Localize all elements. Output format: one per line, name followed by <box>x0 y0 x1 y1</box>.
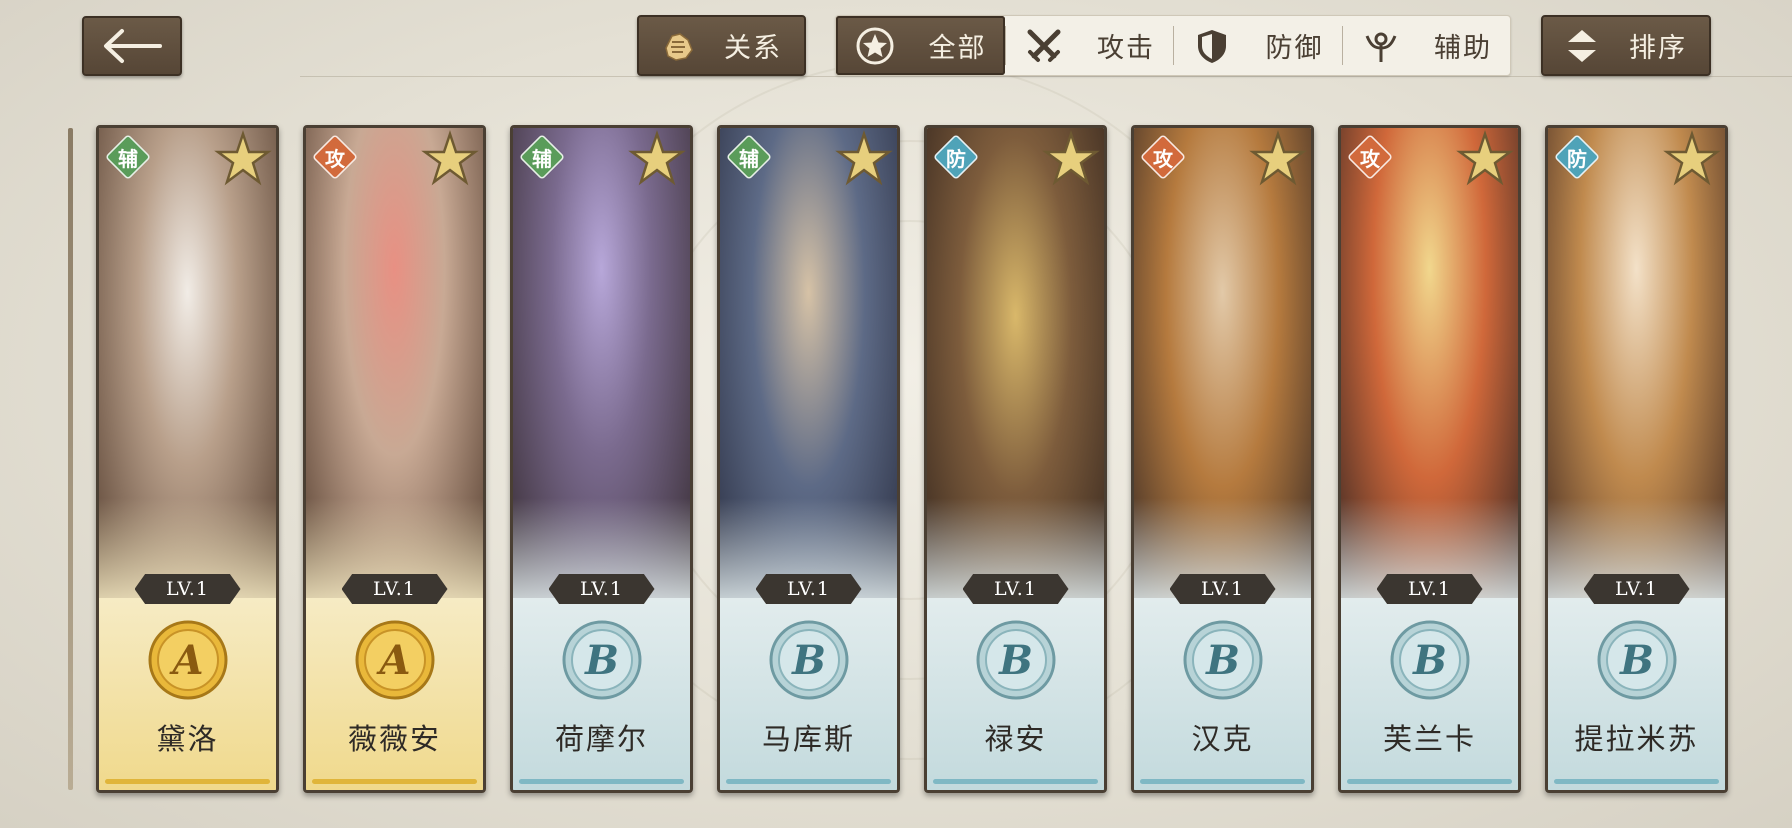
sort-label: 排序 <box>1629 33 1687 64</box>
svg-text:B: B <box>998 637 1033 684</box>
hero-level: LV.1 <box>962 574 1069 604</box>
list-scroll-indicator <box>68 128 73 790</box>
role-badge-label: 防 <box>946 146 966 171</box>
star-icon <box>1456 130 1514 186</box>
crossed-swords-icon <box>1019 26 1069 66</box>
hero-card[interactable]: 攻 LV.1 B 汉克 <box>1131 125 1314 793</box>
filter-defense-label: 防御 <box>1265 33 1324 64</box>
role-badge-label: 攻 <box>1360 146 1380 171</box>
filter-all-label: 全部 <box>928 33 987 64</box>
hero-card[interactable]: 防 LV.1 B 提拉米苏 <box>1545 125 1728 793</box>
card-bottom-strip <box>312 779 477 784</box>
card-bottom-strip <box>726 779 891 784</box>
card-bottom-strip <box>1347 779 1512 784</box>
filter-all-tab[interactable]: 全部 <box>836 16 1005 75</box>
card-bottom-strip <box>105 779 270 784</box>
hero-name: 黛洛 <box>156 722 219 756</box>
handshake-icon <box>653 26 703 66</box>
star-icon <box>835 130 893 186</box>
hero-card[interactable]: 辅 LV.1 B 马库斯 <box>717 125 900 793</box>
filter-support-label: 辅助 <box>1434 33 1492 64</box>
rank-b-icon: B <box>1390 620 1469 700</box>
star-icon <box>628 130 686 186</box>
hero-card[interactable]: 防 LV.1 B 禄安 <box>924 125 1107 793</box>
card-bottom-strip <box>1554 779 1719 784</box>
relation-label: 关系 <box>724 33 782 64</box>
hero-name: 提拉米苏 <box>1574 722 1699 756</box>
sort-button[interactable]: 排序 <box>1541 15 1711 76</box>
role-filter-group: 全部 攻击 防御 辅助 <box>835 15 1511 76</box>
filter-attack-label: 攻击 <box>1097 33 1155 64</box>
star-icon <box>1249 130 1307 186</box>
rank-b-icon: B <box>976 620 1055 700</box>
filter-attack-tab[interactable]: 攻击 <box>1004 16 1174 75</box>
filter-defense-tab[interactable]: 防御 <box>1173 16 1342 75</box>
filter-support-tab[interactable]: 辅助 <box>1341 16 1511 75</box>
rank-a-icon: A <box>148 620 227 700</box>
hero-card[interactable]: 攻 LV.1 A 薇薇安 <box>303 125 486 793</box>
hero-name: 禄安 <box>984 722 1047 756</box>
hero-name: 马库斯 <box>761 722 855 756</box>
star-circle-icon <box>850 26 900 66</box>
svg-text:A: A <box>375 637 410 684</box>
hero-card[interactable]: 攻 LV.1 B 芙兰卡 <box>1338 125 1521 793</box>
hero-level: LV.1 <box>1583 574 1690 604</box>
hero-level: LV.1 <box>341 574 448 604</box>
rank-b-icon: B <box>769 620 848 700</box>
hero-level: LV.1 <box>755 574 862 604</box>
star-icon <box>1663 130 1721 186</box>
hero-card[interactable]: 辅 LV.1 B 荷摩尔 <box>510 125 693 793</box>
card-bottom-strip <box>1140 779 1305 784</box>
role-badge-label: 攻 <box>325 146 345 171</box>
rank-a-icon: A <box>355 620 434 700</box>
hero-card[interactable]: 辅 LV.1 A 黛洛 <box>96 125 279 793</box>
card-bottom-strip <box>933 779 1098 784</box>
back-arrow-icon <box>104 29 162 63</box>
hero-level: LV.1 <box>1169 574 1276 604</box>
role-badge-label: 辅 <box>739 146 759 171</box>
hero-name: 荷摩尔 <box>554 722 648 756</box>
back-button[interactable] <box>82 16 182 76</box>
role-badge-label: 攻 <box>1153 146 1173 171</box>
role-badge-label: 辅 <box>532 146 552 171</box>
header-divider <box>300 76 1792 77</box>
star-icon <box>214 130 272 186</box>
svg-text:B: B <box>584 637 619 684</box>
star-icon <box>1042 130 1100 186</box>
support-staff-icon <box>1356 26 1406 66</box>
svg-text:B: B <box>791 637 826 684</box>
hero-name: 薇薇安 <box>347 722 441 756</box>
svg-text:B: B <box>1205 637 1240 684</box>
hero-level: LV.1 <box>134 574 241 604</box>
relation-button[interactable]: 关系 <box>637 15 806 76</box>
rank-b-icon: B <box>1597 620 1676 700</box>
role-badge-label: 防 <box>1567 146 1587 171</box>
svg-text:B: B <box>1619 637 1654 684</box>
hero-level: LV.1 <box>1376 574 1483 604</box>
svg-text:B: B <box>1412 637 1447 684</box>
role-badge-label: 辅 <box>118 146 138 171</box>
hero-name: 芙兰卡 <box>1382 722 1476 756</box>
rank-b-icon: B <box>1183 620 1262 700</box>
star-icon <box>421 130 479 186</box>
card-bottom-strip <box>519 779 684 784</box>
svg-text:A: A <box>168 637 203 684</box>
hero-name: 汉克 <box>1191 722 1254 756</box>
sort-icon <box>1557 26 1607 66</box>
shield-icon <box>1187 26 1237 66</box>
hero-level: LV.1 <box>548 574 655 604</box>
rank-b-icon: B <box>562 620 641 700</box>
